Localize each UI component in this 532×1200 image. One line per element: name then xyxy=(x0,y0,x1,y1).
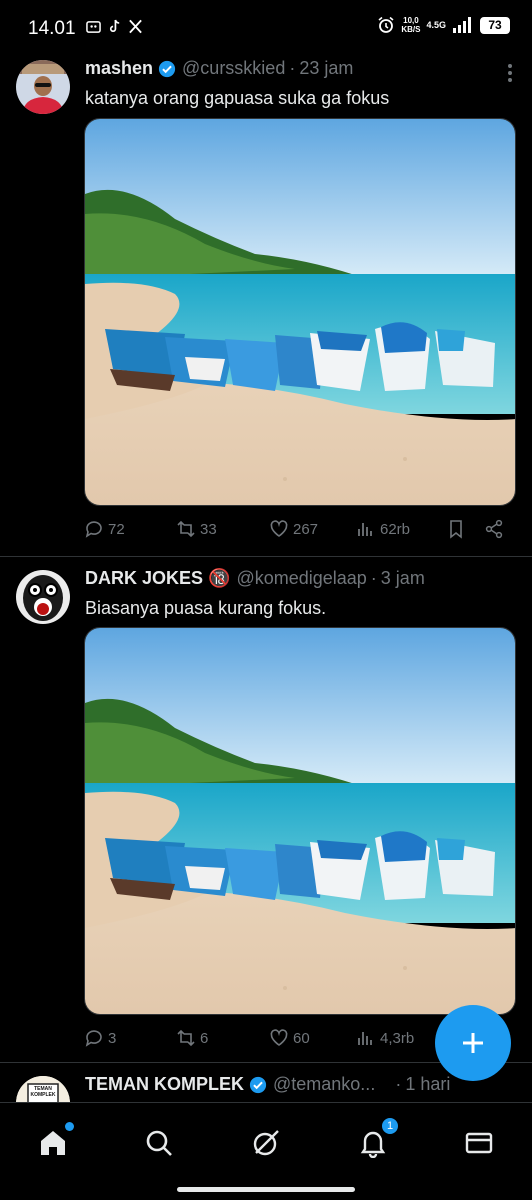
tweet-card[interactable]: mashen @cursskkied · 23 jam katanya oran… xyxy=(0,0,532,556)
reply-icon xyxy=(85,521,102,538)
view-count: 4,3rb xyxy=(380,1029,415,1047)
views-button[interactable]: 62rb xyxy=(356,519,410,539)
tweet-card[interactable]: DARK JOKES 🔞 @komedigelaap · 3 jam Biasa… xyxy=(0,556,532,1062)
nav-grok[interactable] xyxy=(248,1125,284,1161)
like-button[interactable]: 267 xyxy=(269,519,318,539)
avatar[interactable] xyxy=(16,570,70,624)
notifications-badge: 1 xyxy=(381,1117,399,1135)
author-name[interactable]: DARK JOKES 🔞 xyxy=(85,568,230,589)
share-button[interactable] xyxy=(484,519,504,539)
repost-icon xyxy=(177,1029,195,1047)
tweet-media-image[interactable] xyxy=(84,118,516,506)
views-icon xyxy=(358,1032,372,1045)
repost-button[interactable]: 33 xyxy=(176,519,217,539)
avatar[interactable]: TEMAN KOMPLEK xyxy=(16,1076,70,1102)
avatar-logo-text: TEMAN KOMPLEK xyxy=(30,1086,56,1098)
views-icon xyxy=(358,523,372,536)
home-new-indicator xyxy=(65,1122,74,1131)
nav-notifications[interactable]: 1 xyxy=(355,1117,399,1161)
nav-search[interactable] xyxy=(141,1125,177,1161)
separator-dot: · xyxy=(289,58,296,78)
views-button[interactable]: 4,3rb xyxy=(356,1028,414,1048)
avatar-photo xyxy=(16,60,70,114)
beach-boats-photo xyxy=(85,119,515,505)
repost-button[interactable]: 6 xyxy=(176,1028,208,1048)
like-count: 267 xyxy=(293,520,319,538)
like-button[interactable]: 60 xyxy=(269,1028,310,1048)
more-options-icon[interactable] xyxy=(508,64,512,85)
author-name[interactable]: TEMAN KOMPLEK xyxy=(85,1074,244,1095)
like-icon xyxy=(270,1029,288,1046)
repost-count: 6 xyxy=(200,1029,209,1047)
bookmark-icon xyxy=(450,520,462,539)
bookmark-button[interactable] xyxy=(446,519,466,539)
like-icon xyxy=(270,520,288,537)
repost-count: 33 xyxy=(200,520,217,538)
tweet-age[interactable]: 23 jam xyxy=(299,58,353,79)
separator-dot: · xyxy=(395,1074,402,1094)
avatar[interactable] xyxy=(16,60,70,114)
tweet-text: katanya orang gapuasa suka ga fokus xyxy=(85,88,390,108)
nav-home[interactable] xyxy=(35,1122,74,1161)
separator-dot: · xyxy=(370,568,377,588)
bottom-nav: 1 xyxy=(0,1102,532,1200)
author-handle[interactable]: @temanko... xyxy=(273,1074,375,1095)
tweet-media-image[interactable] xyxy=(84,627,516,1015)
author-name[interactable]: mashen xyxy=(85,58,153,79)
messages-icon xyxy=(465,1132,493,1154)
verified-badge-icon xyxy=(158,60,176,77)
tweet-actions: 72 33 267 62rb xyxy=(84,519,516,543)
author-handle[interactable]: @cursskkied xyxy=(182,58,285,79)
author-handle[interactable]: @komedigelaap xyxy=(236,568,366,589)
home-icon xyxy=(41,1131,65,1155)
reply-button[interactable]: 3 xyxy=(84,1028,116,1048)
view-count: 62rb xyxy=(380,520,411,538)
avatar-photo xyxy=(16,570,70,624)
share-icon xyxy=(485,519,503,539)
tweet-text: Biasanya puasa kurang fokus. xyxy=(85,598,327,618)
gesture-bar[interactable] xyxy=(177,1187,355,1192)
tweet-age[interactable]: 1 hari xyxy=(405,1074,450,1095)
search-icon xyxy=(146,1130,172,1156)
reply-count: 72 xyxy=(108,520,125,538)
like-count: 60 xyxy=(293,1029,310,1047)
beach-boats-photo xyxy=(85,628,515,1014)
reply-button[interactable]: 72 xyxy=(84,519,125,539)
tweet-age[interactable]: 3 jam xyxy=(381,568,425,589)
verified-badge-icon xyxy=(249,1076,267,1093)
reply-count: 3 xyxy=(108,1029,117,1047)
grok-icon xyxy=(253,1130,279,1156)
compose-button[interactable] xyxy=(435,1005,511,1081)
nav-messages[interactable] xyxy=(461,1125,497,1161)
reply-icon xyxy=(85,1030,102,1047)
compose-icon xyxy=(463,1033,483,1053)
repost-icon xyxy=(177,520,195,538)
